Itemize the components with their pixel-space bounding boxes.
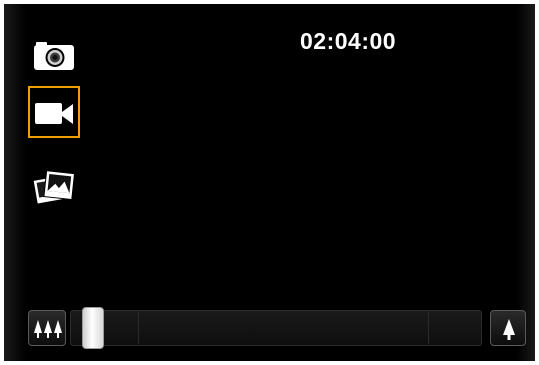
video-mode-button[interactable]: [28, 86, 80, 138]
tree-icon: [503, 319, 515, 340]
viewfinder-edge-right: [517, 4, 535, 361]
zoom-tick: [138, 312, 139, 344]
recording-timer: 02:04:00: [300, 28, 397, 54]
zoom-slider[interactable]: [70, 310, 482, 346]
camera-icon: [34, 42, 74, 70]
zoom-slider-handle[interactable]: [81, 307, 104, 349]
gallery-button[interactable]: [28, 163, 80, 215]
trees-icon: [34, 320, 62, 338]
viewfinder-edge-left: [4, 4, 26, 361]
gallery-icon: [32, 170, 76, 205]
zoom-out-button[interactable]: [28, 310, 66, 346]
zoom-in-button[interactable]: [490, 310, 526, 346]
video-camera-icon: [35, 103, 73, 124]
camera-mode-button[interactable]: [28, 30, 80, 82]
zoom-tick: [428, 312, 429, 344]
